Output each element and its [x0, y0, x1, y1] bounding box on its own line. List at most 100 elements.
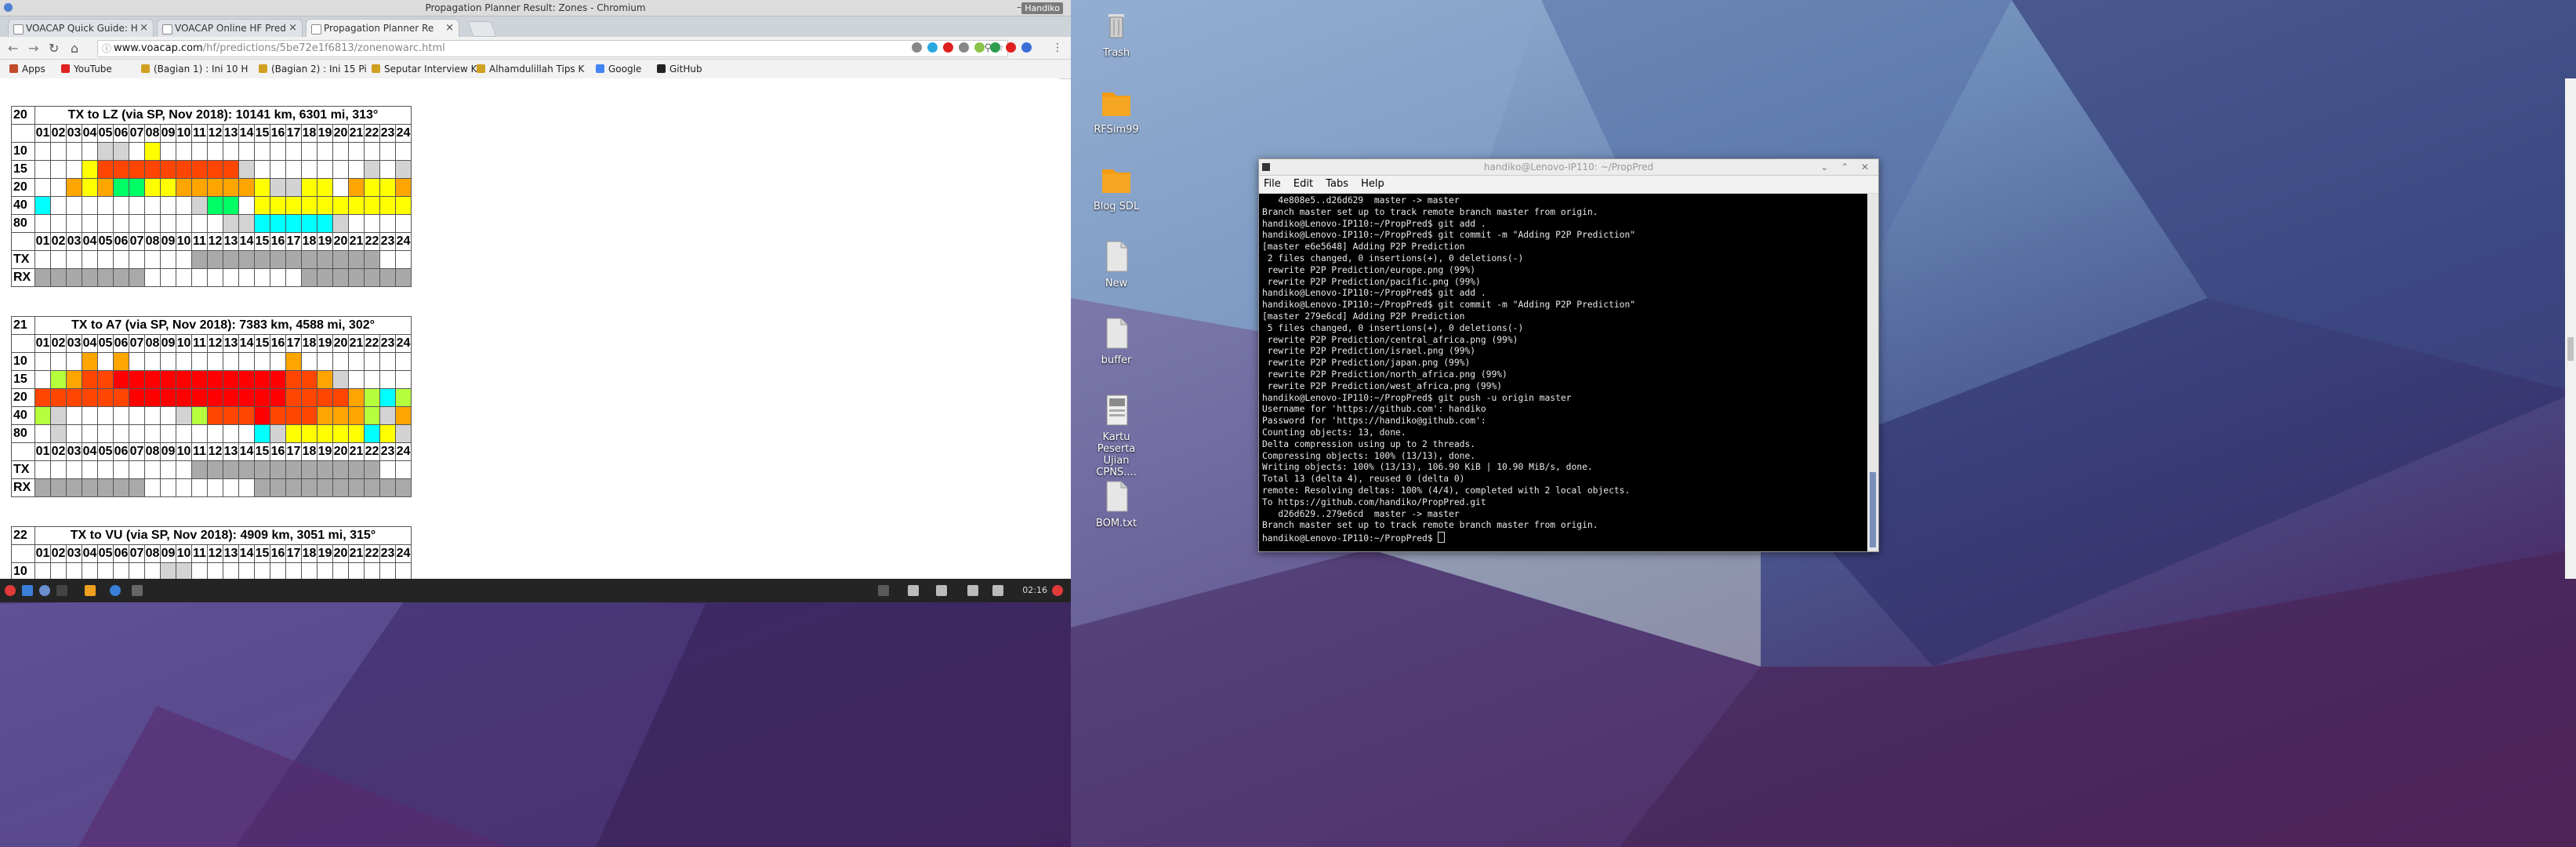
tab-propagation-planner[interactable]: Propagation Planner Re ×: [306, 19, 459, 37]
browser-titlebar: Propagation Planner Result: Zones - Chro…: [0, 0, 1071, 16]
extension-icon[interactable]: [990, 42, 1000, 53]
hour-header: 11: [191, 232, 208, 251]
bookmark-item[interactable]: YouTube: [61, 64, 112, 75]
propagation-cell: [66, 424, 82, 443]
propagation-cell: [191, 352, 208, 371]
bookmark-item[interactable]: Alhamdulillah Tips K: [477, 64, 584, 75]
terminal-output[interactable]: 4e808e5..d26d629 master -> master Branch …: [1259, 194, 1867, 551]
back-arrow-icon[interactable]: ←: [8, 41, 18, 56]
network-icon[interactable]: [967, 585, 978, 596]
extension-icon[interactable]: [1006, 42, 1016, 53]
propagation-cell: [144, 460, 161, 479]
show-desktop-icon[interactable]: [22, 585, 33, 596]
desktop-icon[interactable]: Kartu Peserta Ujian CPNS....: [1085, 392, 1148, 478]
home-icon[interactable]: ⌂: [71, 41, 78, 56]
chromium-taskbar-icon[interactable]: [39, 585, 50, 596]
propagation-cell: [285, 424, 302, 443]
terminal-taskbar-icon[interactable]: [56, 585, 67, 596]
propagation-cell: [332, 478, 349, 497]
extension-icon[interactable]: [1021, 42, 1032, 53]
bookmark-item[interactable]: Google: [596, 64, 641, 75]
close-tab-icon[interactable]: ×: [140, 22, 148, 34]
hour-header: 21: [348, 232, 365, 251]
tab-label: VOACAP Quick Guide: H: [26, 23, 138, 34]
hour-header: 09: [160, 544, 176, 563]
propagation-cell: [191, 424, 208, 443]
hour-header: 01: [34, 544, 51, 563]
taskbar-clock[interactable]: 02:16: [1022, 585, 1047, 595]
start-menu-icon[interactable]: [5, 585, 16, 596]
hour-header: 19: [317, 232, 333, 251]
info-icon: ⓘ: [102, 43, 112, 54]
bookmark-item[interactable]: GitHub: [657, 64, 702, 75]
window-list-icon[interactable]: [878, 585, 889, 596]
page-scrollbar[interactable]: [2565, 78, 2576, 579]
propagation-cell: [317, 406, 333, 425]
desktop-icon[interactable]: buffer: [1085, 315, 1148, 366]
propagation-cell: [50, 388, 67, 407]
close-tab-icon[interactable]: ×: [288, 22, 297, 34]
bookmark-item[interactable]: Apps: [9, 64, 45, 75]
extension-icon[interactable]: [959, 42, 969, 53]
terminal-taskbar-icon[interactable]: [132, 585, 143, 596]
propagation-cell: [34, 268, 51, 287]
propagation-cell: [270, 370, 286, 389]
power-icon[interactable]: [1052, 585, 1063, 596]
bookmark-label: Seputar Interview K: [384, 64, 477, 75]
tab-voacap-quick-guide[interactable]: VOACAP Quick Guide: H ×: [8, 19, 154, 37]
extension-icon[interactable]: [943, 42, 953, 53]
hour-header: 09: [160, 442, 176, 461]
menu-edit[interactable]: Edit: [1293, 178, 1313, 190]
close-tab-icon[interactable]: ×: [445, 22, 454, 34]
menu-kebab-icon[interactable]: ⋮: [1052, 42, 1063, 54]
battery-icon[interactable]: [936, 585, 947, 596]
propagation-cell: [144, 478, 161, 497]
reload-icon[interactable]: ↻: [49, 41, 59, 56]
propagation-cell: [285, 196, 302, 215]
extension-icon[interactable]: [974, 42, 985, 53]
propagation-cell: [395, 214, 412, 233]
menu-tabs[interactable]: Tabs: [1326, 178, 1348, 190]
scrollbar-thumb[interactable]: [2567, 337, 2574, 361]
volume-icon[interactable]: [992, 585, 1003, 596]
clipboard-icon[interactable]: [908, 585, 919, 596]
tab-voacap-online[interactable]: VOACAP Online HF Pred ×: [157, 19, 303, 37]
new-tab-button[interactable]: [467, 21, 497, 37]
propagation-cell: [129, 214, 145, 233]
propagation-cell: [191, 214, 208, 233]
propagation-cell: [176, 214, 192, 233]
hour-header: 06: [113, 334, 129, 353]
desktop-icon[interactable]: New: [1085, 238, 1148, 289]
hour-header: 01: [34, 334, 51, 353]
propagation-cell: [317, 178, 333, 197]
browser-taskbar-icon[interactable]: [110, 585, 121, 596]
extension-icon[interactable]: [912, 42, 922, 53]
address-bar[interactable]: ⓘ www.voacap.com/hf/predictions/5be72e1f…: [97, 40, 1008, 57]
hour-header: 12: [207, 124, 223, 143]
propagation-cell: [34, 460, 51, 479]
folder-taskbar-icon[interactable]: [85, 585, 96, 596]
hour-header: 20: [332, 334, 349, 353]
propagation-cell: [317, 268, 333, 287]
terminal-window-controls[interactable]: ⌄ ⌃ ✕: [1820, 159, 1874, 175]
bookmark-item[interactable]: (Bagian 1) : Ini 10 H: [141, 64, 248, 75]
propagation-cell: [223, 424, 239, 443]
terminal-window[interactable]: handiko@Lenovo-IP110: ~/PropPred ⌄ ⌃ ✕ F…: [1258, 158, 1879, 552]
propagation-cell: [129, 178, 145, 197]
desktop-icon[interactable]: Trash: [1085, 8, 1148, 59]
bookmark-item[interactable]: (Bagian 2) : Ini 15 Pi: [259, 64, 367, 75]
bookmark-item[interactable]: Seputar Interview K: [372, 64, 477, 75]
extension-icon[interactable]: [927, 42, 938, 53]
desktop-icon[interactable]: Blog SDL: [1085, 162, 1148, 213]
desktop-icon[interactable]: RFSim99: [1085, 85, 1148, 136]
forward-arrow-icon[interactable]: →: [28, 41, 38, 56]
menu-file[interactable]: File: [1264, 178, 1281, 190]
menu-help[interactable]: Help: [1361, 178, 1384, 190]
propagation-cell: [364, 160, 380, 179]
scrollbar-thumb[interactable]: [1870, 472, 1876, 547]
terminal-scrollbar[interactable]: [1867, 194, 1878, 551]
profile-badge[interactable]: Handiko: [1021, 2, 1063, 14]
zone-title: TX to LZ (via SP, Nov 2018): 10141 km, 6…: [34, 106, 412, 125]
rx-row: RX: [11, 268, 412, 287]
desktop-icon[interactable]: BOM.txt: [1085, 478, 1148, 529]
